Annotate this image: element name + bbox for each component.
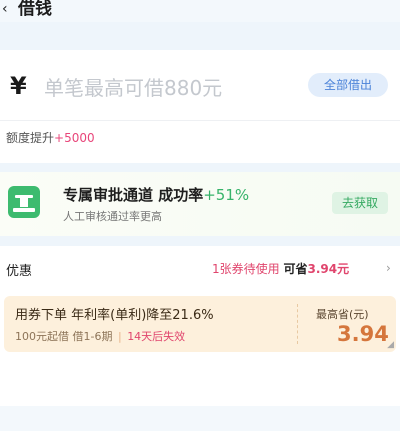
channel-success-rate: +51% (203, 186, 250, 204)
save-value: 3.94元 (307, 262, 350, 276)
quota-increase: 额度提升+5000 (6, 129, 95, 146)
save-label: 可省 (283, 262, 308, 276)
coupon-expiry: 14天后失效 (127, 330, 186, 343)
coupon-summary[interactable]: 1张券待使用 可省3.94元 (212, 260, 349, 277)
chevron-right-icon[interactable]: › (386, 261, 391, 275)
coupon-min-amount: 100元起借 (15, 330, 69, 343)
channel-subtitle: 人工审核通过率更高 (63, 210, 162, 223)
quota-plus-value: +5000 (54, 131, 95, 145)
approval-channel-card[interactable]: 专属审批通道 成功率+51% 人工审核通过率更高 去获取 (0, 172, 400, 236)
top-bar: ‹ 借钱 (0, 0, 400, 22)
pending-coupons: 1张券待使用 (212, 262, 280, 276)
chevron-left-icon[interactable]: ‹ (2, 0, 8, 18)
amount-card: ¥ 单笔最高可借880元 全部借出 额度提升+5000 (0, 50, 400, 163)
get-channel-button[interactable]: 去获取 (332, 192, 388, 214)
coupon-title: 用券下单 年利率(单利)降至21.6% (15, 308, 214, 323)
page-bottom (0, 406, 400, 431)
divider (0, 120, 400, 121)
max-save-label: 最高省(元) (316, 308, 369, 321)
currency-symbol: ¥ (10, 72, 27, 100)
stamp-icon (8, 186, 40, 218)
coupon-terms: 借1-6期 (72, 330, 113, 343)
discount-label: 优惠 (6, 264, 33, 279)
amount-input[interactable]: 单笔最高可借880元 (44, 72, 222, 101)
discount-card: 优惠 1张券待使用 可省3.94元 › 用券下单 年利率(单利)降至21.6% … (0, 246, 400, 406)
page-title: 借钱 (18, 0, 52, 19)
coupon-item[interactable]: 用券下单 年利率(单利)降至21.6% 100元起借 借1-6期 | 14天后失… (4, 296, 396, 352)
channel-title-text: 专属审批通道 成功率 (63, 186, 204, 204)
coupon-separator: | (117, 330, 122, 343)
coupon-divider (297, 304, 298, 344)
max-save-value: 3.94 (337, 322, 389, 346)
coupon-corner-icon: ◢ (387, 340, 394, 350)
channel-title: 专属审批通道 成功率+51% (63, 184, 249, 205)
coupon-details: 100元起借 借1-6期 | 14天后失效 (15, 328, 185, 344)
borrow-all-button[interactable]: 全部借出 (308, 73, 388, 97)
quota-label: 额度提升 (6, 131, 55, 145)
